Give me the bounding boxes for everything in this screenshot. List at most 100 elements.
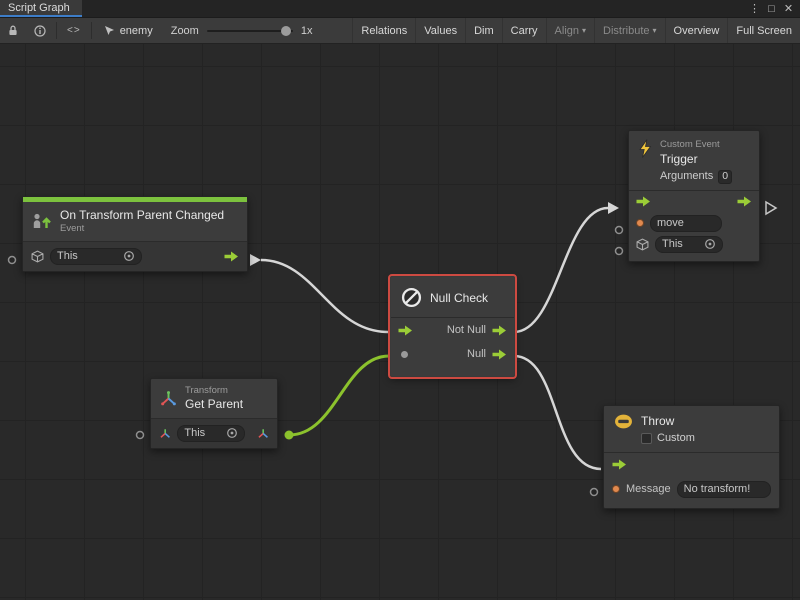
arguments-label: Arguments [660, 170, 713, 184]
this-port-row: This [151, 419, 277, 448]
event-name-row: move [629, 213, 759, 234]
overview-button[interactable]: Overview [665, 18, 728, 43]
node-title: Get Parent [185, 397, 243, 412]
graph-name[interactable]: enemy [94, 18, 163, 43]
custom-checkbox[interactable] [641, 433, 652, 444]
node-title: On Transform Parent Changed [60, 208, 224, 223]
zoom-value: 1x [301, 25, 313, 37]
code-icon[interactable]: <> [59, 18, 89, 43]
maximize-icon[interactable]: □ [764, 1, 779, 16]
null-label: Null [467, 348, 486, 360]
graph-canvas[interactable]: On Transform Parent Changed Event This [0, 44, 800, 600]
graph-name-label: enemy [120, 25, 153, 37]
port-circle[interactable] [591, 489, 598, 496]
tab-label: Script Graph [8, 2, 70, 14]
value-input-port[interactable] [612, 485, 620, 493]
null-check-icon [401, 287, 422, 308]
port-circle[interactable] [9, 257, 16, 264]
flow-output-port[interactable] [737, 196, 752, 207]
fullscreen-button[interactable]: Full Screen [727, 18, 800, 43]
node-category: Custom Event [660, 139, 732, 151]
node-header: Transform Get Parent [151, 379, 277, 418]
window-titlebar: Script Graph ⋮ □ ✕ [0, 0, 800, 18]
not-null-output-port[interactable] [492, 325, 507, 336]
distribute-button[interactable]: Distribute ▾ [594, 18, 664, 43]
node-subtitle: Event [60, 223, 224, 235]
value-input-port[interactable] [401, 351, 408, 358]
wire-notnull-to-customevent[interactable] [514, 208, 608, 332]
node-null-check[interactable]: Null Check Not Null Null [390, 276, 515, 377]
flow-input-port[interactable] [636, 196, 651, 207]
toolbar-buttons: Relations Values Dim Carry Align ▾ Distr… [352, 18, 800, 43]
throw-icon [614, 414, 633, 429]
node-title: Trigger [660, 152, 732, 167]
flow-input-port[interactable] [398, 325, 413, 336]
this-port-row: This [23, 242, 247, 271]
zoom-slider[interactable] [207, 30, 293, 32]
close-icon[interactable]: ✕ [781, 1, 796, 16]
flow-output-port[interactable] [224, 251, 239, 262]
transform-axes-icon [160, 391, 177, 406]
chevron-down-icon: ▾ [582, 26, 586, 35]
wire-getparent-to-nullcheck[interactable] [289, 356, 389, 435]
cube-icon [636, 238, 649, 251]
this-field[interactable]: This [177, 425, 244, 442]
node-on-transform-parent-changed[interactable]: On Transform Parent Changed Event This [22, 196, 248, 272]
target-picker-icon[interactable] [226, 427, 238, 439]
graph-pointer-icon [104, 25, 115, 36]
node-header: Throw Custom [604, 406, 779, 452]
port-circle[interactable] [616, 248, 623, 255]
zoom-label: Zoom [171, 25, 199, 37]
transform-output-port[interactable] [257, 428, 269, 439]
arguments-field[interactable]: 0 [718, 170, 732, 184]
zoom-control: Zoom 1x [163, 18, 321, 43]
value-port-dot[interactable] [285, 431, 294, 440]
null-output-port[interactable] [492, 349, 507, 360]
chevron-down-icon: ▾ [653, 26, 657, 35]
dim-button[interactable]: Dim [465, 18, 502, 43]
target-picker-icon[interactable] [704, 238, 716, 250]
not-null-port-row: Not Null [391, 318, 514, 342]
this-port-row: This [629, 234, 759, 255]
flow-port-row [604, 453, 779, 477]
cube-icon [31, 250, 44, 263]
this-field[interactable]: This [50, 248, 142, 265]
window-menu-icon[interactable]: ⋮ [747, 1, 762, 16]
carry-button[interactable]: Carry [502, 18, 546, 43]
message-port-row: Message No transform! [604, 477, 779, 502]
event-name-field[interactable]: move [650, 215, 722, 232]
transform-axes-icon[interactable] [159, 428, 171, 439]
info-icon[interactable] [26, 18, 54, 43]
node-title: Null Check [430, 291, 488, 305]
port-circle[interactable] [137, 432, 144, 439]
wire-event-to-nullcheck[interactable] [261, 260, 388, 332]
relations-button[interactable]: Relations [352, 18, 415, 43]
value-input-port[interactable] [636, 219, 644, 227]
flow-arrowhead [608, 202, 619, 214]
wire-null-to-throw[interactable] [514, 356, 601, 469]
toolbar-divider [91, 22, 92, 39]
node-title: Throw [641, 414, 695, 429]
flow-out-indicator-icon [766, 202, 776, 214]
node-throw[interactable]: Throw Custom Message No transform! [603, 405, 780, 509]
graph-toolbar: <> enemy Zoom 1x Relations Values Dim Ca… [0, 18, 800, 44]
port-circle[interactable] [616, 227, 623, 234]
values-button[interactable]: Values [415, 18, 465, 43]
transform-event-icon [32, 213, 52, 230]
node-header: Custom Event Trigger Arguments 0 [629, 131, 759, 190]
align-button[interactable]: Align ▾ [546, 18, 594, 43]
this-field[interactable]: This [655, 236, 723, 253]
target-picker-icon[interactable] [123, 250, 135, 262]
window-controls: ⋮ □ ✕ [747, 0, 800, 17]
tab-script-graph[interactable]: Script Graph [0, 0, 82, 17]
node-category: Transform [185, 385, 243, 397]
lock-icon[interactable] [0, 18, 26, 43]
toolbar-divider [56, 22, 57, 39]
node-get-parent[interactable]: Transform Get Parent This [150, 378, 278, 449]
null-port-row: Null [391, 342, 514, 366]
message-field[interactable]: No transform! [677, 481, 771, 498]
flow-port-row [629, 191, 759, 213]
zoom-slider-handle[interactable] [281, 26, 291, 36]
flow-input-port[interactable] [612, 459, 627, 470]
node-custom-event-trigger[interactable]: Custom Event Trigger Arguments 0 move [628, 130, 760, 262]
